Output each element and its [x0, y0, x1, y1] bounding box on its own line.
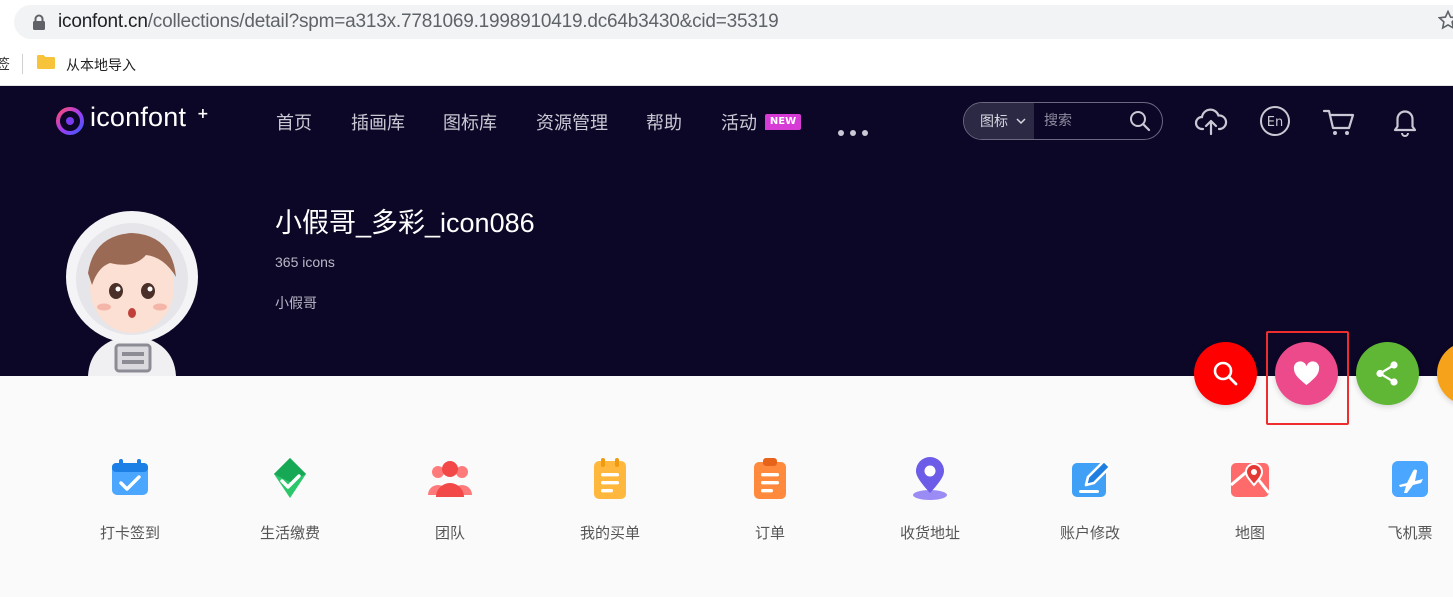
icon-card[interactable]: 收货地址: [850, 455, 1010, 565]
url-text: iconfont.cn/collections/detail?spm=a313x…: [58, 11, 779, 32]
nav-icon-library[interactable]: 图标库: [443, 109, 497, 135]
nav-activity[interactable]: 活动: [721, 109, 757, 135]
order-clipboard-icon: [754, 458, 786, 499]
shield-check-icon: [274, 458, 306, 498]
search-input[interactable]: [1044, 109, 1124, 133]
lock-icon: [33, 14, 45, 30]
bookmark-separator: [22, 54, 23, 74]
icon-label: 账户修改: [1059, 524, 1120, 542]
icon-card[interactable]: 订单: [690, 455, 850, 565]
search-fab-button[interactable]: [1194, 342, 1257, 405]
icon-label: 订单: [754, 524, 785, 542]
calendar-check-icon: [112, 459, 148, 495]
favorite-highlight-box: [1266, 331, 1349, 425]
icon-label: 团队: [434, 524, 465, 542]
icon-label: 打卡签到: [99, 524, 160, 542]
language-en-icon[interactable]: En: [1258, 104, 1292, 138]
location-pin-icon: [913, 457, 947, 500]
nav-home[interactable]: 首页: [276, 109, 312, 135]
map-icon: [1230, 463, 1271, 497]
nav-illustrations[interactable]: 插画库: [351, 109, 405, 135]
bookmark-star-icon[interactable]: [1438, 10, 1453, 30]
collection-author[interactable]: 小假哥: [275, 293, 317, 313]
nav-help[interactable]: 帮助: [646, 109, 682, 135]
icon-count: 365 icons: [275, 254, 335, 270]
bookmarks-bar: 签 从本地导入: [0, 44, 1453, 86]
purchase-list-icon: [594, 458, 626, 499]
collection-title: 小假哥_多彩_icon086: [275, 208, 535, 238]
chevron-down-icon: [1016, 118, 1026, 125]
icon-label: 飞机票: [1387, 524, 1433, 542]
icon-card[interactable]: 团队: [370, 455, 530, 565]
svg-text:En: En: [1267, 115, 1283, 130]
search-box: 图标: [963, 102, 1163, 140]
share-icon: [1376, 361, 1398, 386]
bookmark-import[interactable]: 从本地导入: [66, 55, 136, 75]
cart-icon[interactable]: [1322, 104, 1356, 138]
bookmark-cut-label[interactable]: 签: [0, 54, 10, 74]
new-badge: NEW: [765, 114, 801, 130]
icon-card[interactable]: 地图: [1170, 455, 1330, 565]
iconfont-logo-icon[interactable]: [56, 107, 84, 135]
more-menu-icon[interactable]: [838, 121, 874, 140]
nav-resource-manage[interactable]: 资源管理: [536, 109, 608, 135]
icon-label: 收货地址: [899, 524, 960, 542]
browser-address-bar: iconfont.cn/collections/detail?spm=a313x…: [0, 0, 1453, 44]
site-header: iconfont + 首页 插画库 图标库 资源管理 帮助 活动 NEW 图标 …: [0, 86, 1453, 376]
bell-icon[interactable]: [1388, 104, 1422, 138]
icon-label: 我的买单: [579, 524, 640, 542]
icon-label: 生活缴费: [259, 524, 320, 542]
search-icon: [1213, 361, 1238, 386]
icon-card[interactable]: 我的买单: [530, 455, 690, 565]
icon-label: 地图: [1234, 524, 1265, 542]
search-type-label: 图标: [980, 114, 1008, 130]
share-fab-button[interactable]: [1356, 342, 1419, 405]
icon-card[interactable]: 打卡签到: [50, 455, 210, 565]
search-type-select[interactable]: 图标: [964, 103, 1034, 139]
logo-plus: +: [197, 106, 209, 122]
logo-text[interactable]: iconfont: [90, 102, 186, 133]
icon-card[interactable]: 飞机票: [1330, 455, 1453, 565]
folder-icon[interactable]: [36, 54, 56, 70]
edit-account-icon: [1072, 459, 1112, 497]
search-icon[interactable]: [1129, 110, 1151, 132]
airplane-icon: [1392, 461, 1428, 497]
team-icon: [428, 461, 472, 497]
omnibox[interactable]: iconfont.cn/collections/detail?spm=a313x…: [14, 5, 1453, 39]
icon-card[interactable]: 生活缴费: [210, 455, 370, 565]
icon-card[interactable]: 账户修改: [1010, 455, 1170, 565]
upload-cloud-icon[interactable]: [1194, 104, 1228, 138]
avatar[interactable]: [64, 211, 200, 376]
